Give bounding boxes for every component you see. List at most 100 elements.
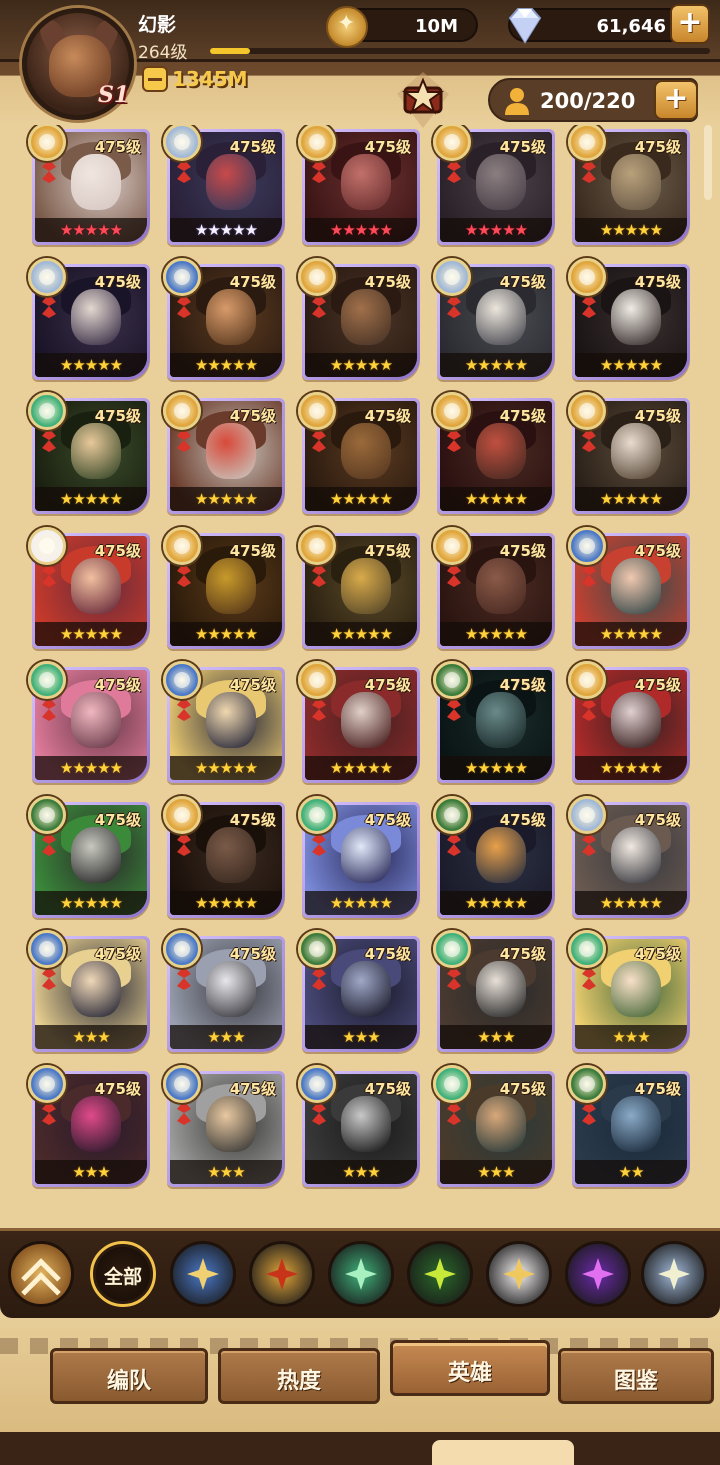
portrait-face bbox=[71, 961, 121, 1017]
hero-card[interactable]: 475级 ★★★★★ bbox=[28, 526, 150, 649]
hero-card[interactable]: 475级 ★★★★★ bbox=[298, 257, 420, 380]
hero-card[interactable]: 475级 ★★★★★ bbox=[433, 392, 555, 514]
scrollbar-thumb[interactable] bbox=[704, 125, 712, 200]
hero-level: 475级 bbox=[229, 676, 276, 694]
filter-mauler-button[interactable] bbox=[249, 1241, 315, 1307]
filter-lightbearer-button[interactable] bbox=[170, 1241, 236, 1307]
tab-popularity[interactable]: 热度 bbox=[218, 1348, 380, 1404]
portrait-face bbox=[611, 826, 661, 883]
hero-level: 475级 bbox=[634, 945, 681, 963]
hero-grid[interactable]: 475级 ★★★★★ 475级 ★★★★★ 475级 ★★★★★ 475级 ★★★★★ 475级… bbox=[0, 125, 720, 1210]
hero-card[interactable]: 475级 ★★★★★ bbox=[433, 661, 555, 783]
hero-card[interactable]: 475级 ★★★★★ bbox=[28, 795, 150, 918]
tab-heroes[interactable]: 英雄 bbox=[390, 1340, 550, 1396]
hero-card[interactable]: 475级 ★★★★★ bbox=[298, 661, 420, 783]
hero-card[interactable]: 475级 ★★★★★ bbox=[28, 257, 150, 380]
hero-card[interactable]: 475级 ★★★★★ bbox=[28, 392, 150, 514]
hero-card[interactable]: 475级 ★★★ bbox=[568, 930, 690, 1052]
gem-value: 61,646 bbox=[596, 16, 666, 37]
hero-card[interactable]: 475级 ★★★★★ bbox=[163, 392, 285, 514]
hero-card[interactable]: 475级 ★★★ bbox=[298, 930, 420, 1052]
ascension-ribbon-icon bbox=[582, 1100, 596, 1125]
hero-card[interactable]: 475级 ★★★★★ bbox=[163, 526, 285, 649]
hero-card[interactable]: 475级 ★★★★★ bbox=[163, 661, 285, 783]
hero-card[interactable]: 475级 ★★★★★ bbox=[433, 526, 555, 649]
hero-card[interactable]: 475级 ★★★★★ bbox=[568, 661, 690, 783]
portrait-face bbox=[341, 826, 391, 883]
ascension-ribbon-icon bbox=[312, 428, 326, 452]
hero-card[interactable]: 475级 ★★★★★ bbox=[163, 125, 285, 245]
hero-card[interactable]: 475级 ★★ bbox=[568, 1064, 690, 1187]
hero-card[interactable]: 475级 ★★★★★ bbox=[433, 125, 555, 245]
hero-card[interactable]: 475级 ★★★★★ bbox=[28, 661, 150, 783]
filter-hypogean-button[interactable] bbox=[565, 1241, 631, 1307]
mauler-faction-icon bbox=[433, 526, 471, 565]
tab-collection[interactable]: 图鉴 bbox=[558, 1348, 714, 1404]
tab-formation[interactable]: 编队 bbox=[50, 1348, 208, 1404]
hero-card[interactable]: 475级 ★★★ bbox=[163, 930, 285, 1052]
hero-card[interactable]: 475级 ★★★★★ bbox=[568, 526, 690, 649]
ascension-ribbon-icon bbox=[582, 966, 596, 990]
mauler-faction-icon bbox=[568, 661, 606, 699]
hero-card[interactable]: 475级 ★★★ bbox=[28, 930, 150, 1052]
player-level: 264级 bbox=[138, 43, 188, 63]
hero-card[interactable]: 475级 ★★★★★ bbox=[568, 125, 690, 245]
portrait-face bbox=[206, 154, 256, 210]
hero-level: 475级 bbox=[364, 541, 411, 560]
portrait-face bbox=[611, 288, 661, 345]
portrait-face bbox=[71, 288, 121, 345]
ascension-ribbon-icon bbox=[42, 697, 56, 721]
portrait-face bbox=[341, 423, 391, 479]
bottom-nav-active-tab[interactable] bbox=[432, 1440, 574, 1465]
hero-card[interactable]: 475级 ★★★★★ bbox=[163, 795, 285, 918]
gem-counter[interactable]: 61,646 bbox=[508, 8, 688, 44]
filter-dimensional-button[interactable] bbox=[641, 1241, 707, 1307]
mauler-faction-icon bbox=[298, 526, 336, 565]
filter-all-button[interactable]: 全部 bbox=[90, 1241, 156, 1307]
hero-card[interactable]: 475级 ★★★★★ bbox=[298, 526, 420, 649]
hero-level: 475级 bbox=[94, 407, 141, 425]
hero-card[interactable]: 475级 ★★★★★ bbox=[298, 125, 420, 245]
hero-card[interactable]: 475级 ★★★ bbox=[433, 930, 555, 1052]
ascension-ribbon-icon bbox=[177, 293, 191, 318]
mauler-faction-icon bbox=[266, 1258, 298, 1290]
hero-card[interactable]: 475级 ★★★★★ bbox=[28, 125, 150, 245]
hero-level: 475级 bbox=[94, 676, 141, 694]
hero-stars: ★★★★★ bbox=[35, 487, 147, 511]
graveborn-faction-icon bbox=[424, 1258, 456, 1290]
hero-card[interactable]: 475级 ★★★ bbox=[28, 1064, 150, 1187]
wilder-faction-icon bbox=[568, 930, 606, 968]
hero-level: 475级 bbox=[94, 138, 141, 156]
portrait-face bbox=[611, 557, 661, 614]
gold-coin-icon bbox=[326, 6, 368, 48]
gold-counter[interactable]: 10M bbox=[326, 6, 478, 48]
hero-card[interactable]: 475级 ★★★★★ bbox=[568, 392, 690, 514]
hero-stars: ★★★★★ bbox=[440, 756, 552, 780]
diamond-icon bbox=[508, 8, 542, 44]
ascension-ribbon-icon bbox=[582, 159, 596, 183]
hero-stars: ★★★★★ bbox=[440, 218, 552, 242]
hero-card[interactable]: 475级 ★★★ bbox=[298, 1064, 420, 1187]
collapse-filter-button[interactable] bbox=[8, 1241, 74, 1312]
portrait-face bbox=[341, 1095, 391, 1152]
hero-card[interactable]: 475级 ★★★★★ bbox=[568, 257, 690, 380]
hero-stars: ★★★★★ bbox=[305, 352, 417, 377]
hero-card[interactable]: 475级 ★★★ bbox=[433, 1064, 555, 1187]
hero-card[interactable]: 475级 ★★★★★ bbox=[433, 257, 555, 380]
hero-card[interactable]: 475级 ★★★★★ bbox=[433, 795, 555, 918]
hero-stars: ★★★ bbox=[35, 1159, 147, 1184]
hero-card[interactable]: 475级 ★★★★★ bbox=[298, 795, 420, 918]
buy-gems-button[interactable]: + bbox=[670, 4, 710, 44]
expand-capacity-button[interactable]: + bbox=[654, 80, 698, 120]
hero-card[interactable]: 475级 ★★★ bbox=[163, 1064, 285, 1187]
filter-celestial-button[interactable] bbox=[486, 1241, 552, 1307]
filter-graveborn-button[interactable] bbox=[407, 1241, 473, 1307]
filter-wilder-button[interactable] bbox=[328, 1241, 394, 1307]
hero-card[interactable]: 475级 ★★★★★ bbox=[568, 795, 690, 918]
ascension-ribbon-icon bbox=[42, 966, 56, 990]
ascension-ribbon-icon bbox=[42, 1100, 56, 1125]
tab-label: 图鉴 bbox=[613, 1369, 658, 1394]
hero-card[interactable]: 475级 ★★★★★ bbox=[298, 392, 420, 514]
hero-card[interactable]: 475级 ★★★★★ bbox=[163, 257, 285, 380]
portrait-face bbox=[206, 1095, 256, 1152]
